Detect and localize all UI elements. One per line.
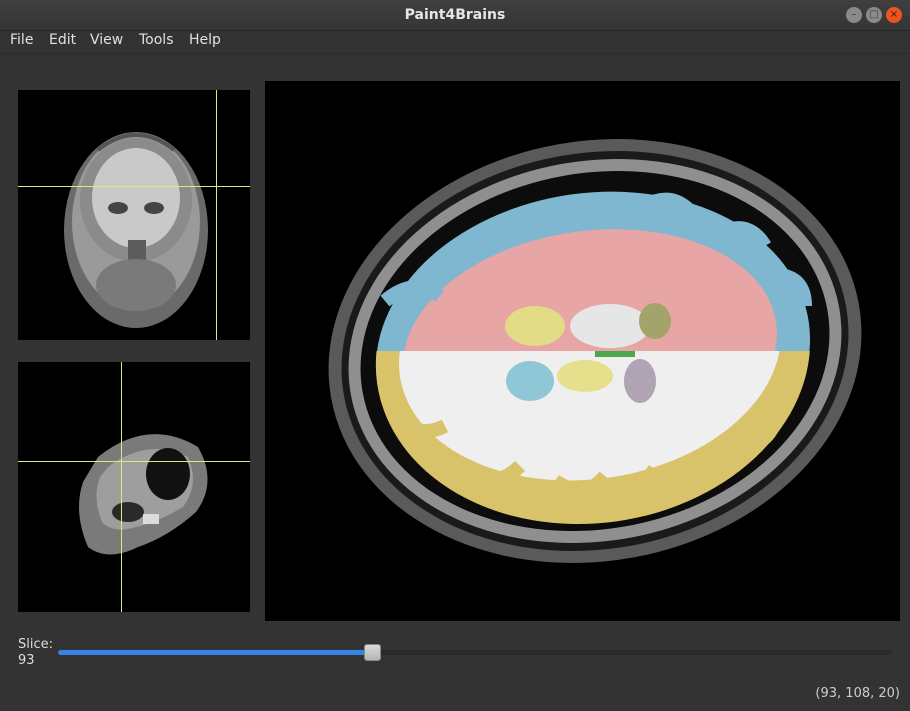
window-title: Paint4Brains (404, 7, 506, 23)
menu-tools[interactable]: Tools (139, 32, 174, 48)
sagittal-brain-image (79, 434, 208, 555)
close-button[interactable]: × (886, 7, 902, 23)
slice-slider-handle[interactable] (363, 644, 381, 661)
menu-bar: File Edit View Tools Help (0, 31, 910, 54)
minimize-button[interactable]: – (846, 7, 862, 23)
slice-label-block: Slice: 93 (18, 637, 53, 669)
sagittal-view[interactable] (18, 362, 250, 612)
slice-slider-fill (58, 650, 372, 655)
sagittal-crosshair-vertical (121, 362, 122, 612)
sagittal-crosshair-horizontal (18, 461, 250, 462)
coronal-crosshair-vertical (216, 90, 217, 340)
menu-edit[interactable]: Edit (49, 32, 76, 48)
cursor-coordinates: (93, 108, 20) (815, 686, 900, 701)
slice-slider[interactable] (58, 644, 892, 661)
menu-help[interactable]: Help (189, 32, 221, 48)
slice-label: Slice: (18, 637, 54, 652)
axial-view[interactable] (265, 81, 900, 621)
window-controls: – □ × (846, 7, 902, 23)
axial-brain-image (328, 139, 862, 563)
slice-value: 93 (18, 653, 35, 668)
title-bar: Paint4Brains – □ × (0, 0, 910, 31)
menu-file[interactable]: File (10, 32, 33, 48)
coronal-view[interactable] (18, 90, 250, 340)
maximize-button[interactable]: □ (866, 7, 882, 23)
menu-view[interactable]: View (90, 32, 123, 48)
